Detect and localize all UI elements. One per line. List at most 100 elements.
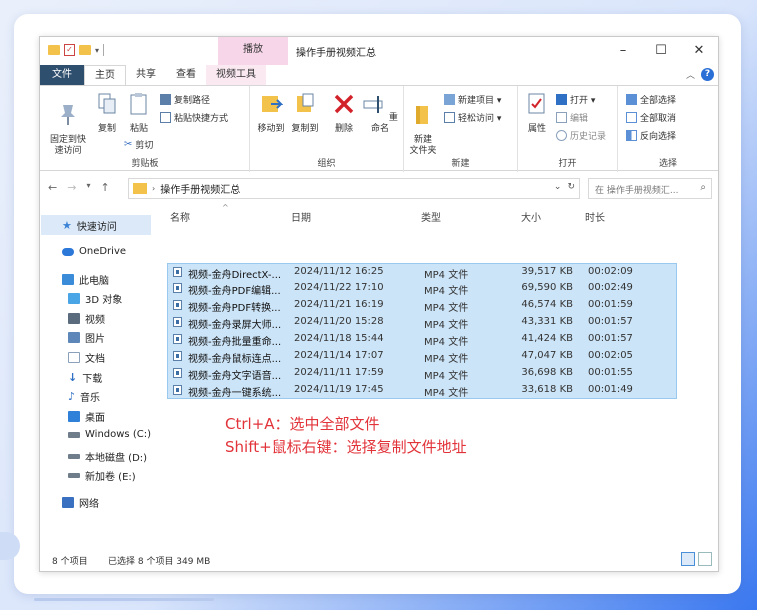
sort-ascending-icon: ^ [222,203,229,212]
column-header-date[interactable]: 日期 [291,209,311,224]
drive-icon [68,454,80,459]
table-row[interactable]: 视频-金舟文字语音... 2024/11/11 17:59 MP4 文件 36,698… [167,365,677,382]
search-input[interactable]: 在 操作手册视频汇... ⌕ [588,178,712,199]
table-row[interactable]: 视频-金舟一键系统... 2024/11/19 17:45 MP4 文件 33,618… [167,382,677,399]
history-button[interactable]: 历史记录 [556,129,606,142]
paste-shortcut-button[interactable]: 粘贴快捷方式 [160,111,228,124]
video-file-icon [173,334,182,344]
tab-home[interactable]: 主页 [84,65,126,85]
address-bar[interactable]: › 操作手册视频汇总 ⌄ ↻ [128,178,580,199]
column-header-size[interactable]: 大小 [521,209,541,224]
ribbon: 固定到快 速访问 复制 粘贴 复制路径 粘贴快捷方式 ✂ 剪切 剪贴板 移动到 … [40,85,718,172]
refresh-icon[interactable]: ↻ [567,182,575,192]
collapse-ribbon-icon[interactable]: ︿ [686,68,695,81]
copy-to-icon [297,93,314,112]
tab-share[interactable]: 共享 [126,65,166,85]
select-group: 全部选择 全部取消 反向选择 选择 [618,86,718,172]
nav-item-3d-objects[interactable]: 3D 对象 [68,291,122,306]
address-row: ← → ▾ ↑ › 操作手册视频汇总 ⌄ ↻ 在 操作手册视频汇... ⌕ [40,177,718,201]
up-arrow-icon[interactable]: ↑ [100,181,109,194]
tab-file[interactable]: 文件 [40,65,84,85]
nav-item-onedrive[interactable]: OneDrive [62,246,126,257]
column-header-duration[interactable]: 时长 [585,209,605,224]
tab-video-tools[interactable]: 视频工具 [206,65,266,85]
properties-icon[interactable]: ✓ [64,44,75,56]
nav-item-videos[interactable]: 视频 [68,311,105,326]
select-group-label: 选择 [658,159,677,169]
search-icon: ⌕ [700,182,706,193]
delete-button[interactable]: 删除 [330,92,358,135]
cut-button[interactable]: ✂ 剪切 [124,138,153,151]
nav-item-drive-c[interactable]: Windows (C:) [68,429,151,440]
table-row[interactable]: 视频-金舟DirectX-... 2024/11/12 16:25 MP4 文件 39… [167,263,677,281]
select-none-button[interactable]: 全部取消 [626,111,676,124]
paste-button[interactable]: 粘贴 [124,92,154,135]
open-icon [556,94,567,105]
history-icon [556,130,567,141]
folder-icon[interactable] [48,45,60,55]
quick-access-toolbar: ✓ ▾ [48,44,105,56]
maximize-button[interactable]: ☐ [642,37,680,65]
new-group: 新建 文件夹 新建项目 ▾ 轻松访问 ▾ 新建 [404,86,518,172]
nav-item-drive-d[interactable]: 本地磁盘 (D:) [68,449,147,464]
recent-chevron-icon[interactable]: ▾ [86,181,90,194]
table-row[interactable]: 视频-金舟录屏大师... 2024/11/20 15:28 MP4 文件 43,331… [167,314,677,331]
copy-to-button[interactable]: 复制到 [288,92,322,135]
nav-item-drive-e[interactable]: 新加卷 (E:) [68,468,136,483]
organize-group-label: 组织 [317,159,336,169]
table-row[interactable]: 视频-金舟PDF转换... 2024/11/21 16:19 MP4 文件 46,57… [167,297,677,314]
customize-arrow-icon[interactable]: ▾ [95,46,99,55]
pin-quick-access-button[interactable]: 固定到快 速访问 [46,92,90,157]
nav-item-music[interactable]: ♪ 音乐 [68,389,100,404]
close-button[interactable]: ✕ [680,37,718,65]
nav-item-quick-access[interactable]: ★ 快速访问 [41,215,151,235]
minimize-button[interactable]: – [604,37,642,65]
drive-c-icon [68,431,80,438]
large-icons-view-icon[interactable] [698,552,712,566]
nav-item-documents[interactable]: 文档 [68,350,105,365]
invert-selection-icon [626,130,637,141]
tab-view[interactable]: 查看 [166,65,206,85]
copy-path-button[interactable]: 复制路径 [160,93,210,106]
chevron-down-icon[interactable]: ⌄ [554,182,562,192]
paste-icon [130,93,147,115]
table-row[interactable]: 视频-金舟鼠标连点... 2024/11/14 17:07 MP4 文件 47,047… [167,348,677,365]
properties-button[interactable]: 属性 [522,92,552,135]
cube-icon [68,293,80,304]
annotation-line-2: Shift+鼠标右键：选择复制文件地址 [225,438,467,456]
table-row[interactable]: 视频-金舟PDF编辑... 2024/11/22 17:10 MP4 文件 69,59… [167,280,677,297]
rename-icon [363,96,383,113]
video-file-icon [173,267,182,277]
back-arrow-icon[interactable]: ← [48,181,57,194]
download-icon: ↓ [68,371,78,384]
help-icon[interactable]: ? [701,68,714,81]
new-folder-button[interactable]: 新建 文件夹 [406,92,440,157]
new-item-button[interactable]: 新建项目 ▾ [444,93,501,106]
properties-icon [528,93,545,114]
move-to-button[interactable]: 移动到 [254,92,288,135]
nav-item-downloads[interactable]: ↓ 下载 [68,370,102,385]
table-row[interactable]: 视频-金舟批量重命... 2024/11/18 15:44 MP4 文件 41,424… [167,331,677,348]
nav-item-desktop[interactable]: 桌面 [68,409,105,424]
nav-item-pictures[interactable]: 图片 [68,330,105,345]
copy-button[interactable]: 复制 [92,92,122,135]
rename-button[interactable]: 重命名 [362,92,398,135]
video-file-icon [173,300,182,310]
scissors-icon: ✂ [124,139,133,150]
new-folder-icon[interactable] [79,45,91,55]
column-header-name[interactable]: 名称 [170,209,190,224]
column-header-type[interactable]: 类型 [421,209,441,224]
easy-access-button[interactable]: 轻松访问 ▾ [444,111,501,124]
breadcrumb[interactable]: 操作手册视频汇总 [160,181,240,196]
open-button[interactable]: 打开 ▾ [556,93,595,106]
star-icon: ★ [62,218,72,232]
forward-arrow-icon[interactable]: → [67,181,76,194]
folder-icon [133,183,147,194]
select-all-button[interactable]: 全部选择 [626,93,676,106]
details-view-icon[interactable] [681,552,695,566]
context-tab-play[interactable]: 播放 [218,37,288,65]
nav-item-network[interactable]: 网络 [62,495,99,510]
invert-selection-button[interactable]: 反向选择 [626,129,676,142]
edit-button[interactable]: 编辑 [556,111,588,124]
nav-item-this-pc[interactable]: 此电脑 [62,272,109,287]
